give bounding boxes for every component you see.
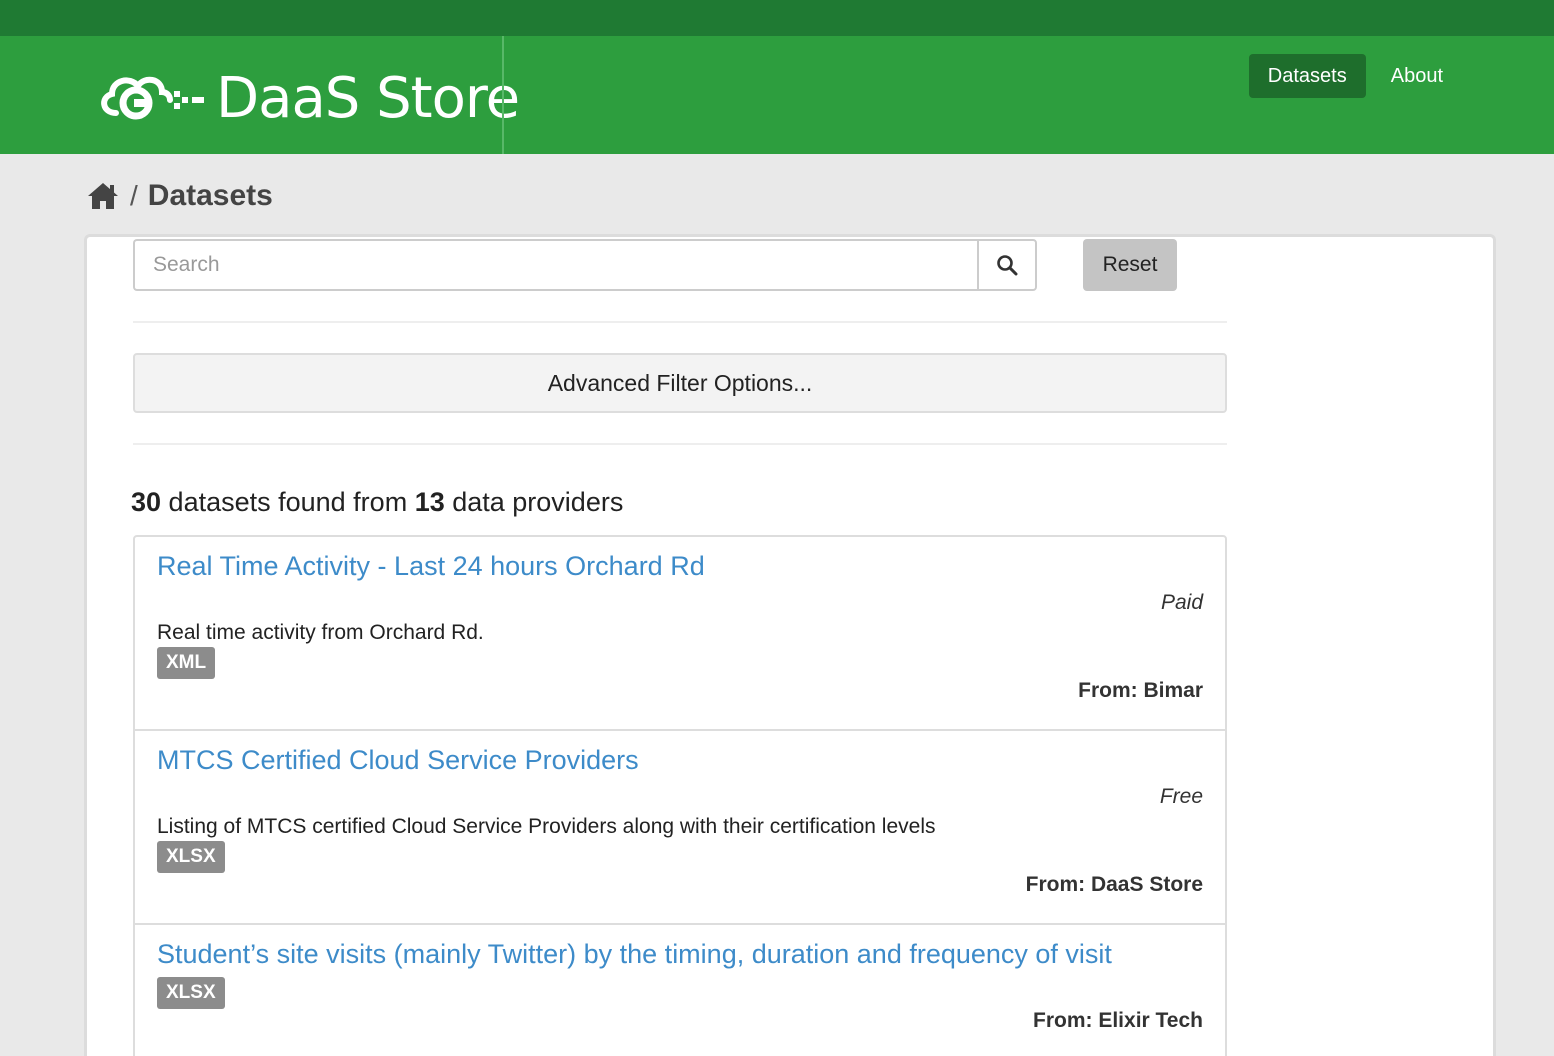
breadcrumb: / Datasets [86, 176, 273, 216]
summary-text: datasets found from [161, 487, 415, 517]
dataset-title-link[interactable]: Student’s site visits (mainly Twitter) b… [157, 939, 1112, 970]
brand-logo[interactable]: DaaS Store [96, 62, 520, 136]
price-label: Paid [1160, 591, 1203, 614]
dataset-description: Real time activity from Orchard Rd. [157, 621, 484, 644]
dataset-item: Student’s site visits (mainly Twitter) b… [135, 925, 1225, 1056]
search-input[interactable] [133, 239, 977, 291]
search-group [133, 239, 1037, 291]
results-summary: 30 datasets found from 13 data providers [131, 487, 623, 518]
datasets-panel: Reset Advanced Filter Options... 30 data… [84, 234, 1496, 1056]
brand-name: DaaS Store [216, 66, 520, 131]
dataset-item: MTCS Certified Cloud Service Providers F… [135, 731, 1225, 925]
dataset-count: 30 [131, 487, 162, 517]
dataset-item: Real Time Activity - Last 24 hours Orcha… [135, 537, 1225, 731]
nav-datasets[interactable]: Datasets [1248, 54, 1366, 98]
divider [133, 443, 1227, 445]
provider-label: From: Elixir Tech [1033, 1009, 1203, 1032]
reset-button[interactable]: Reset [1083, 239, 1177, 291]
format-badge: XML [157, 647, 216, 679]
breadcrumb-separator: / [130, 180, 138, 211]
search-icon [997, 255, 1018, 276]
provider-count: 13 [414, 487, 445, 517]
header-bar: DaaS Store Datasets About [0, 36, 1554, 154]
header-divider [502, 36, 504, 154]
provider-label: From: Bimar [1078, 679, 1203, 702]
provider-label: From: DaaS Store [1025, 873, 1203, 896]
breadcrumb-current: Datasets [147, 179, 273, 212]
summary-text-end: data providers [444, 487, 624, 517]
search-button[interactable] [977, 239, 1037, 291]
format-badge: XLSX [157, 977, 225, 1009]
dataset-title-link[interactable]: MTCS Certified Cloud Service Providers [157, 745, 639, 776]
nav-about[interactable]: About [1372, 54, 1462, 98]
dataset-description: Listing of MTCS certified Cloud Service … [157, 815, 936, 838]
cloud-logo-icon [101, 76, 204, 120]
format-badge: XLSX [157, 841, 225, 873]
home-icon[interactable] [86, 181, 120, 211]
divider [133, 321, 1227, 323]
dataset-list: Real Time Activity - Last 24 hours Orcha… [133, 535, 1227, 1056]
price-label: Free [1159, 785, 1203, 808]
dataset-title-link[interactable]: Real Time Activity - Last 24 hours Orcha… [157, 551, 705, 582]
advanced-filter-button[interactable]: Advanced Filter Options... [133, 353, 1227, 413]
top-strip [0, 0, 1554, 36]
main-nav: Datasets About [1248, 54, 1462, 98]
